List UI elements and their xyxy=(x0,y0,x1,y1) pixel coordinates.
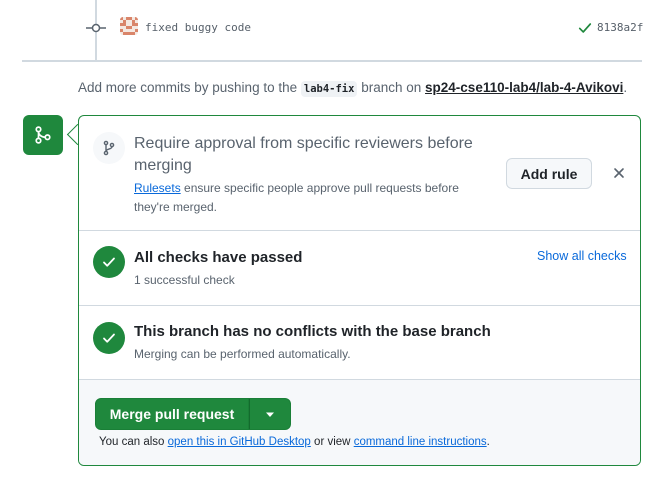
check-circle-icon xyxy=(93,246,125,278)
repo-link[interactable]: sp24-cse110-lab4/lab-4-Avikovi xyxy=(425,80,623,95)
merge-button-group: Merge pull request xyxy=(95,398,291,430)
note-middle: or view xyxy=(314,436,351,448)
conflicts-section: This branch has no conflicts with the ba… xyxy=(79,306,640,380)
commit-sha[interactable]: 8138a2f xyxy=(597,21,643,34)
conflicts-subtitle: Merging can be performed automatically. xyxy=(134,347,351,361)
conflicts-title: This branch has no conflicts with the ba… xyxy=(134,323,491,340)
push-note: Add more commits by pushing to the lab4-… xyxy=(78,80,628,97)
add-rule-button[interactable]: Add rule xyxy=(506,158,592,189)
check-circle-icon xyxy=(93,322,125,354)
checks-subtitle: 1 successful check xyxy=(134,273,235,287)
push-note-suffix: . xyxy=(623,80,628,95)
avatar[interactable] xyxy=(120,17,138,35)
ruleset-description-text: ensure specific people approve pull requ… xyxy=(134,181,459,214)
note-suffix: . xyxy=(486,436,490,448)
merge-action-section: Merge pull request You can also open thi… xyxy=(79,380,640,465)
close-icon[interactable] xyxy=(612,166,626,180)
git-merge-icon xyxy=(35,126,51,144)
divider xyxy=(22,60,642,62)
ruleset-description: Rulesets ensure specific people approve … xyxy=(134,179,494,217)
merge-status-icon xyxy=(23,115,63,155)
command-line-instructions-link[interactable]: command line instructions xyxy=(354,436,487,448)
show-all-checks-link[interactable]: Show all checks xyxy=(537,249,627,263)
github-desktop-link[interactable]: open this in GitHub Desktop xyxy=(168,436,311,448)
ruleset-suggestion: Require approval from specific reviewers… xyxy=(79,116,640,231)
git-commit-icon xyxy=(86,20,106,36)
merge-alternatives-note: You can also open this in GitHub Desktop… xyxy=(99,436,490,448)
branch-name: lab4-fix xyxy=(300,81,358,97)
merge-box: Require approval from specific reviewers… xyxy=(78,115,641,466)
note-prefix: You can also xyxy=(99,436,165,448)
check-icon[interactable] xyxy=(578,21,592,35)
ruleset-title: Require approval from specific reviewers… xyxy=(134,135,473,174)
checks-section: All checks have passed 1 successful chec… xyxy=(79,231,640,306)
triangle-down-icon xyxy=(266,412,274,417)
push-note-middle: branch on xyxy=(361,80,422,95)
rulesets-link[interactable]: Rulesets xyxy=(134,181,181,195)
commit-row: fixed buggy code 8138a2f xyxy=(0,14,656,42)
git-branch-icon xyxy=(93,132,125,164)
push-note-prefix: Add more commits by pushing to the xyxy=(78,80,298,95)
commit-message[interactable]: fixed buggy code xyxy=(145,21,251,34)
merge-pull-request-button[interactable]: Merge pull request xyxy=(95,398,249,430)
merge-method-dropdown[interactable] xyxy=(249,398,291,430)
checks-title: All checks have passed xyxy=(134,249,303,266)
